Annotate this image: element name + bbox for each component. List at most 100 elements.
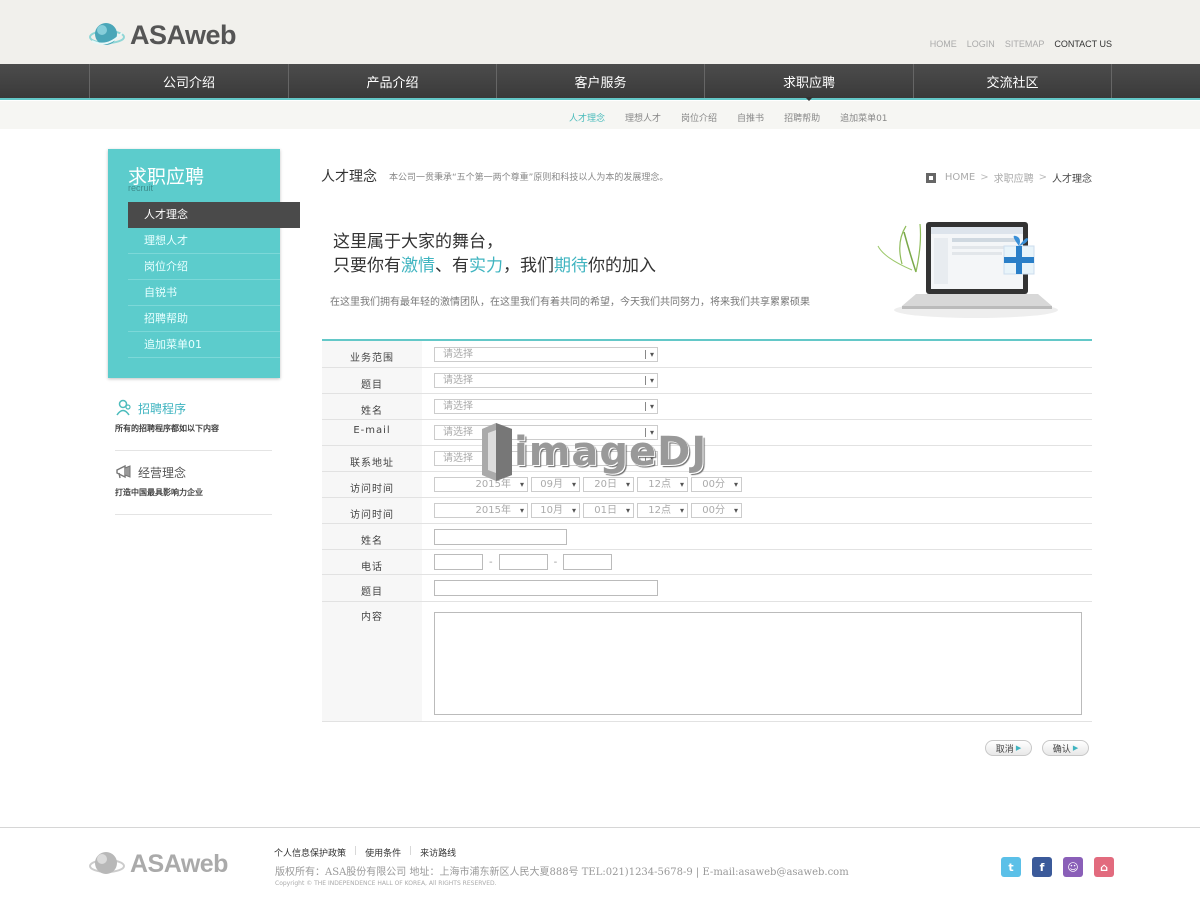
site-header: ASAweb HOME LOGIN SITEMAP CONTACT US <box>0 0 1200 64</box>
site-logo[interactable]: ASAweb <box>88 18 237 52</box>
confirm-button[interactable]: 确认 ▶ <box>1042 740 1089 756</box>
content-textarea[interactable] <box>434 612 1082 715</box>
chat-icon[interactable]: ☺ <box>1063 857 1083 877</box>
visit2-minute-select[interactable]: 00分 <box>691 503 742 518</box>
field-label: 联系地址 <box>322 446 422 471</box>
field-label: 姓名 <box>322 394 422 419</box>
footer-link-directions[interactable]: 来访路线 <box>420 846 456 859</box>
field-label: 题目 <box>322 575 422 601</box>
form-row-scope: 业务范围 请选择 <box>322 341 1092 368</box>
subnav-item-positions[interactable]: 岗位介绍 <box>681 111 717 124</box>
name-input[interactable] <box>434 528 567 545</box>
arrow-right-icon: ▶ <box>1072 744 1079 752</box>
form-row-content: 内容 <box>322 602 1092 722</box>
phone-part-3-input[interactable] <box>563 554 613 570</box>
chevron-right-icon: > <box>980 172 989 183</box>
phone-part-2-input[interactable] <box>498 554 548 570</box>
form-row-topic: 题目 请选择 <box>322 368 1092 394</box>
sidebar-item-help[interactable]: 招聘帮助 <box>128 306 280 332</box>
breadcrumb: HOME > 求职应聘 > 人才理念 <box>925 170 1092 185</box>
phone-part-1-input[interactable] <box>434 554 483 570</box>
sidebar-item-self[interactable]: 自锐书 <box>128 280 280 306</box>
site-footer: ASAweb 个人信息保护政策 | 使用条件 | 来访路线 版权所有：ASA股份… <box>0 827 1200 907</box>
twitter-icon[interactable]: t <box>1001 857 1021 877</box>
name-select[interactable]: 请选择 <box>434 399 658 414</box>
util-link-sitemap[interactable]: SITEMAP <box>1005 39 1045 49</box>
field-label: 姓名 <box>322 524 422 549</box>
form-row-visit-2: 访问时间 2015年 10月 01日 12点 00分 <box>322 498 1092 524</box>
phone-separator: - <box>553 556 558 568</box>
topic-input[interactable] <box>434 580 658 596</box>
social-links: t f ☺ ⌂ <box>1001 857 1114 877</box>
subnav-item-extra[interactable]: 追加菜单01 <box>840 111 887 124</box>
page-description: 本公司一贯秉承“五个第一两个尊重”原则和科技以人为本的发展理念。 <box>389 173 669 183</box>
arrow-right-icon: ▶ <box>1015 744 1022 752</box>
laptop-gift-illustration <box>877 222 1058 318</box>
field-label: 题目 <box>322 368 422 393</box>
footer-link-terms[interactable]: 使用条件 <box>365 846 401 859</box>
subnav-item-talent[interactable]: 人才理念 <box>569 111 605 124</box>
footer-copyright: Copyright © THE INDEPENDENCE HALL OF KOR… <box>275 880 497 887</box>
form-buttons: 取消 ▶ 确认 ▶ <box>985 740 1089 756</box>
scope-select[interactable]: 请选择 <box>434 346 658 362</box>
page-title: 人才理念 <box>321 169 377 185</box>
footer-links: 个人信息保护政策 | 使用条件 | 来访路线 <box>274 846 457 859</box>
phone-separator: - <box>489 556 493 568</box>
watermark-text: imageDJ <box>514 429 708 475</box>
visit2-hour-select[interactable]: 12点 <box>637 503 688 518</box>
home-social-icon[interactable]: ⌂ <box>1094 857 1114 877</box>
breadcrumb-current: 人才理念 <box>1052 174 1092 185</box>
sidebar-item-positions[interactable]: 岗位介绍 <box>128 254 280 280</box>
visit2-day-select[interactable]: 01日 <box>583 503 634 518</box>
sidebar-link-process-desc: 所有的招聘程序都如以下内容 <box>115 424 219 433</box>
subnav-item-ideal[interactable]: 理想人才 <box>625 111 661 124</box>
nav-item-recruit[interactable]: 求职应聘 <box>705 64 914 101</box>
visit2-month-select[interactable]: 10月 <box>531 503 580 518</box>
footer-link-privacy[interactable]: 个人信息保护政策 <box>274 846 346 859</box>
nav-item-service[interactable]: 客户服务 <box>497 64 705 98</box>
nav-item-community[interactable]: 交流社区 <box>914 64 1112 98</box>
sidebar-link-philosophy[interactable]: 经营理念 打造中国最具影响力企业 <box>115 463 272 515</box>
facebook-icon[interactable]: f <box>1032 857 1052 877</box>
globe-logo-icon <box>89 852 125 874</box>
sidebar-link-philosophy-title: 经营理念 <box>138 465 187 480</box>
nav-item-company[interactable]: 公司介绍 <box>90 64 289 98</box>
main-nav: 公司介绍 产品介绍 客户服务 求职应聘 交流社区 <box>0 64 1200 101</box>
globe-logo-icon <box>89 23 125 45</box>
field-label: 访问时间 <box>322 498 422 523</box>
util-link-contact[interactable]: CONTACT US <box>1054 39 1112 49</box>
watermark-cube-icon <box>482 423 512 481</box>
form-row-phone: 电话 - - <box>322 550 1092 575</box>
cancel-button[interactable]: 取消 ▶ <box>985 740 1032 756</box>
subnav-item-self[interactable]: 自推书 <box>737 111 764 124</box>
banner-heading: 这里属于大家的舞台， 只要你有激情、有实力，我们期待你的加入 <box>333 230 656 278</box>
sidebar-item-talent[interactable]: 人才理念 <box>128 202 300 228</box>
breadcrumb-home[interactable]: HOME <box>945 172 975 183</box>
topic-select[interactable]: 请选择 <box>434 373 658 388</box>
sidebar-item-ideal[interactable]: 理想人才 <box>128 228 280 254</box>
chevron-right-icon: > <box>1038 172 1047 183</box>
util-link-home[interactable]: HOME <box>930 39 957 49</box>
home-icon <box>925 172 936 183</box>
sidebar-item-extra[interactable]: 追加菜单01 <box>128 332 280 358</box>
sidebar-menu-box: 求职应聘 recruit 人才理念 理想人才 岗位介绍 自锐书 招聘帮助 追加菜… <box>108 149 300 378</box>
breadcrumb-recruit[interactable]: 求职应聘 <box>994 170 1034 185</box>
banner-line-2: 只要你有激情、有实力，我们期待你的加入 <box>333 256 656 276</box>
banner-line-1: 这里属于大家的舞台， <box>333 232 503 252</box>
sidebar-link-process[interactable]: 招聘程序 所有的招聘程序都如以下内容 <box>115 399 272 451</box>
sub-nav: 人才理念 理想人才 岗位介绍 自推书 招聘帮助 追加菜单01 <box>0 101 1200 129</box>
footer-address: 版权所有：ASA股份有限公司 地址：上海市浦东新区人民大夏888号 TEL:02… <box>275 867 849 878</box>
util-link-login[interactable]: LOGIN <box>967 39 995 49</box>
form-row-name: 姓名 请选择 <box>322 394 1092 420</box>
utility-links: HOME LOGIN SITEMAP CONTACT US <box>930 39 1112 49</box>
field-label: 电话 <box>322 550 422 574</box>
sidebar-link-philosophy-desc: 打造中国最具影响力企业 <box>115 488 203 497</box>
people-icon <box>116 399 131 416</box>
subnav-item-help[interactable]: 招聘帮助 <box>784 111 820 124</box>
field-label: 访问时间 <box>322 472 422 497</box>
banner-paragraph: 在这里我们拥有最年轻的激情团队，在这里我们有着共同的希望，今天我们共同努力，将来… <box>330 297 810 308</box>
visit2-year-select[interactable]: 2015年 <box>434 503 528 518</box>
footer-logo[interactable]: ASAweb <box>88 848 228 880</box>
field-label: 业务范围 <box>322 341 422 367</box>
nav-item-products[interactable]: 产品介绍 <box>289 64 497 98</box>
